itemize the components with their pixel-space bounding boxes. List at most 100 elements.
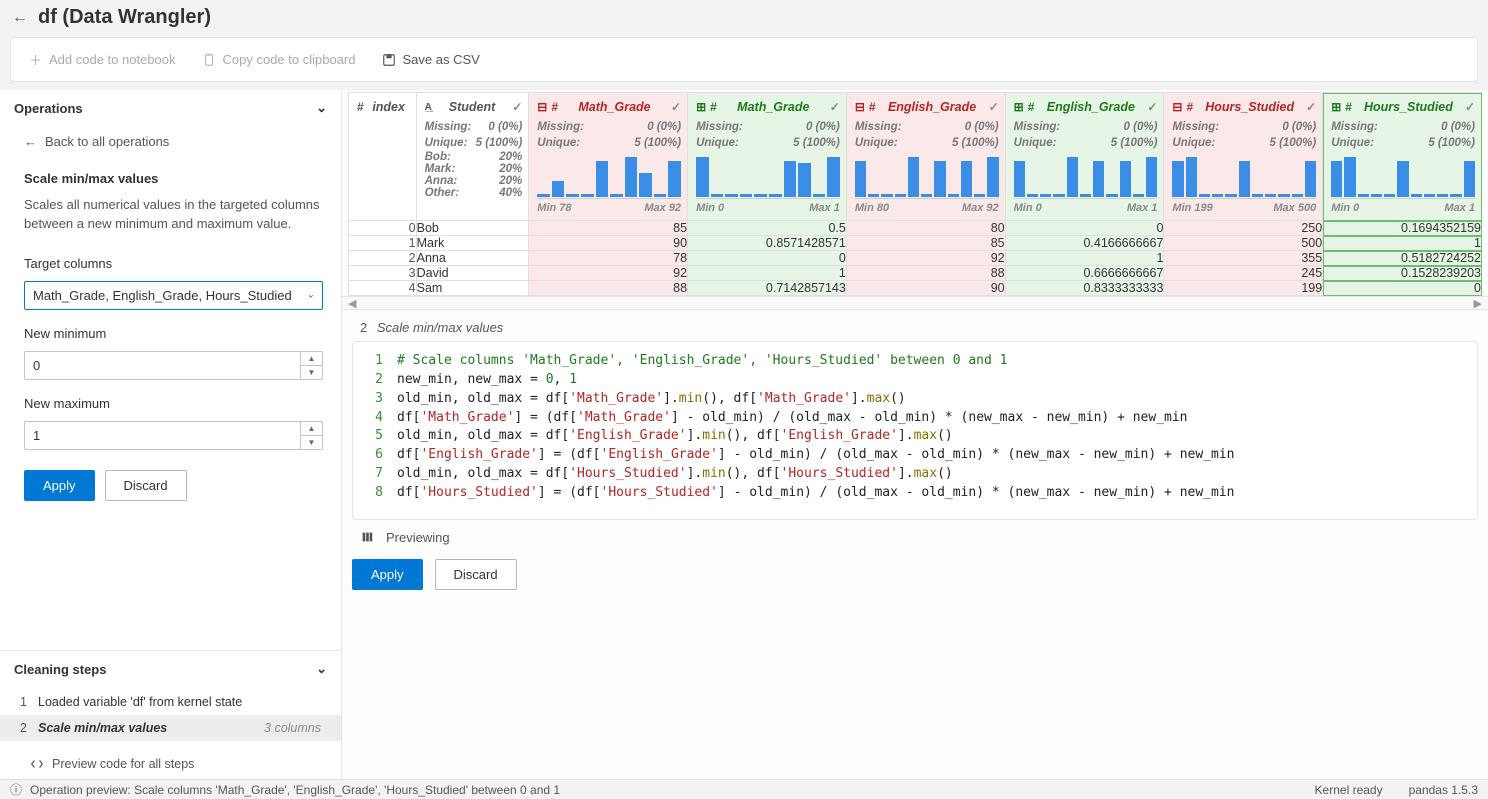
new-minimum-value[interactable] [25,352,300,379]
copy-code-button[interactable]: Copy code to clipboard [192,46,366,73]
back-arrow-icon: ← [24,134,37,149]
cleaning-step[interactable]: 1Loaded variable 'df' from kernel state [0,689,341,715]
table-row[interactable]: 2Anna7809213550.5182724252 [349,251,1482,266]
cell[interactable]: 199 [1164,281,1323,296]
histogram [1172,153,1316,199]
cell[interactable]: 0.7142857143 [688,281,847,296]
cell[interactable]: 245 [1164,266,1323,281]
cell[interactable]: Mark [416,236,529,251]
column-header[interactable]: ⊞#English_Grade✓Missing:0 (0%)Unique:5 (… [1005,93,1164,221]
code-discard-button[interactable]: Discard [435,559,517,590]
cell[interactable]: Anna [416,251,529,266]
scroll-left-icon[interactable]: ◀ [348,297,356,310]
back-arrow-icon[interactable]: ← [12,9,28,27]
preview-code-link[interactable]: Preview code for all steps [0,747,341,779]
add-code-button[interactable]: ＋ Add code to notebook [19,44,186,75]
step-up-icon[interactable]: ▲ [301,422,322,436]
cell[interactable]: 2 [349,251,417,266]
operation-description: Scales all numerical values in the targe… [24,196,323,234]
target-columns-label: Target columns [24,256,323,271]
table-row[interactable]: 4Sam880.7142857143900.83333333331990 [349,281,1482,296]
apply-button[interactable]: Apply [24,470,95,501]
table-row[interactable]: 0Bob850.58002500.1694352159 [349,221,1482,236]
column-header[interactable]: ⊟#Math_Grade✓Missing:0 (0%)Unique:5 (100… [529,93,688,221]
cell[interactable]: 0 [349,221,417,236]
column-name: Student [436,100,508,114]
cell[interactable]: 0.1694352159 [1323,221,1482,236]
cleaning-steps-header[interactable]: Cleaning steps ⌄ [0,651,341,687]
chevron-down-icon: ⌄ [307,290,315,301]
back-link-label: Back to all operations [45,134,169,149]
target-columns-value: Math_Grade, English_Grade, Hours_Studied [33,288,292,303]
cell[interactable]: 78 [529,251,688,266]
cell[interactable]: 92 [846,251,1005,266]
status-message: Operation preview: Scale columns 'Math_G… [30,783,560,797]
scroll-right-icon[interactable]: ▶ [1474,297,1482,310]
histogram [1331,153,1475,199]
cell[interactable]: 0 [1005,221,1164,236]
cell[interactable]: 355 [1164,251,1323,266]
new-maximum-value[interactable] [25,422,300,449]
text-icon: A̲ͅ [425,102,432,113]
cell[interactable]: 1 [349,236,417,251]
cell[interactable]: David [416,266,529,281]
cell[interactable]: 88 [846,266,1005,281]
data-grid: #indexA̲ͅStudent✓Missing:0 (0%)Unique:5 … [342,90,1488,296]
operations-panel-header[interactable]: Operations ⌄ [0,90,341,126]
new-maximum-label: New maximum [24,396,323,411]
step-up-icon[interactable]: ▲ [301,352,322,366]
kernel-status: Kernel ready [1315,783,1383,797]
cell[interactable]: 250 [1164,221,1323,236]
column-header[interactable]: #index [349,93,417,221]
cell[interactable]: 92 [529,266,688,281]
cell[interactable]: 1 [1005,251,1164,266]
cell[interactable]: 1 [1323,236,1482,251]
cell[interactable]: 0.8571428571 [688,236,847,251]
cell[interactable]: 500 [1164,236,1323,251]
column-header[interactable]: ⊟#English_Grade✓Missing:0 (0%)Unique:5 (… [846,93,1005,221]
cell[interactable]: 0.5 [688,221,847,236]
operation-title: Scale min/max values [24,171,323,186]
clipboard-icon [202,53,216,67]
cell[interactable]: 0.1528239203 [1323,266,1482,281]
hash-icon: # [357,100,364,114]
column-header[interactable]: ⊟#Hours_Studied✓Missing:0 (0%)Unique:5 (… [1164,93,1323,221]
cell[interactable]: 1 [688,266,847,281]
step-down-icon[interactable]: ▼ [301,366,322,379]
cell[interactable]: 0.5182724252 [1323,251,1482,266]
step-down-icon[interactable]: ▼ [301,436,322,449]
cell[interactable]: 0.8333333333 [1005,281,1164,296]
new-maximum-input[interactable]: ▲▼ [24,421,323,450]
check-icon: ✓ [1465,100,1475,114]
table-row[interactable]: 1Mark900.8571428571850.41666666675001 [349,236,1482,251]
column-header[interactable]: ⊞#Hours_Studied✓Missing:0 (0%)Unique:5 (… [1323,93,1482,221]
horizontal-scrollbar[interactable]: ◀ ▶ [342,296,1488,310]
discard-button[interactable]: Discard [105,470,187,501]
cell[interactable]: 3 [349,266,417,281]
cell[interactable]: 85 [846,236,1005,251]
column-header[interactable]: ⊞#Math_Grade✓Missing:0 (0%)Unique:5 (100… [688,93,847,221]
cell[interactable]: 0.4166666667 [1005,236,1164,251]
column-name: Math_Grade [562,100,667,114]
cell[interactable]: 0.6666666667 [1005,266,1164,281]
cell[interactable]: 4 [349,281,417,296]
save-csv-button[interactable]: Save as CSV [372,46,490,73]
column-header[interactable]: A̲ͅStudent✓Missing:0 (0%)Unique:5 (100%)… [416,93,529,221]
cell[interactable]: Bob [416,221,529,236]
back-to-operations-link[interactable]: ← Back to all operations [24,130,323,157]
code-apply-button[interactable]: Apply [352,559,423,590]
cell[interactable]: 80 [846,221,1005,236]
check-icon: ✓ [512,100,522,114]
cell[interactable]: 88 [529,281,688,296]
cell[interactable]: 0 [1323,281,1482,296]
target-columns-select[interactable]: Math_Grade, English_Grade, Hours_Studied… [24,281,323,310]
cell[interactable]: 0 [688,251,847,266]
status-bar: ⓘ Operation preview: Scale columns 'Math… [0,779,1488,799]
cell[interactable]: Sam [416,281,529,296]
new-minimum-input[interactable]: ▲▼ [24,351,323,380]
cell[interactable]: 90 [846,281,1005,296]
cell[interactable]: 90 [529,236,688,251]
cleaning-step[interactable]: 2Scale min/max values3 columns [0,715,341,741]
cell[interactable]: 85 [529,221,688,236]
table-row[interactable]: 3David921880.66666666672450.1528239203 [349,266,1482,281]
